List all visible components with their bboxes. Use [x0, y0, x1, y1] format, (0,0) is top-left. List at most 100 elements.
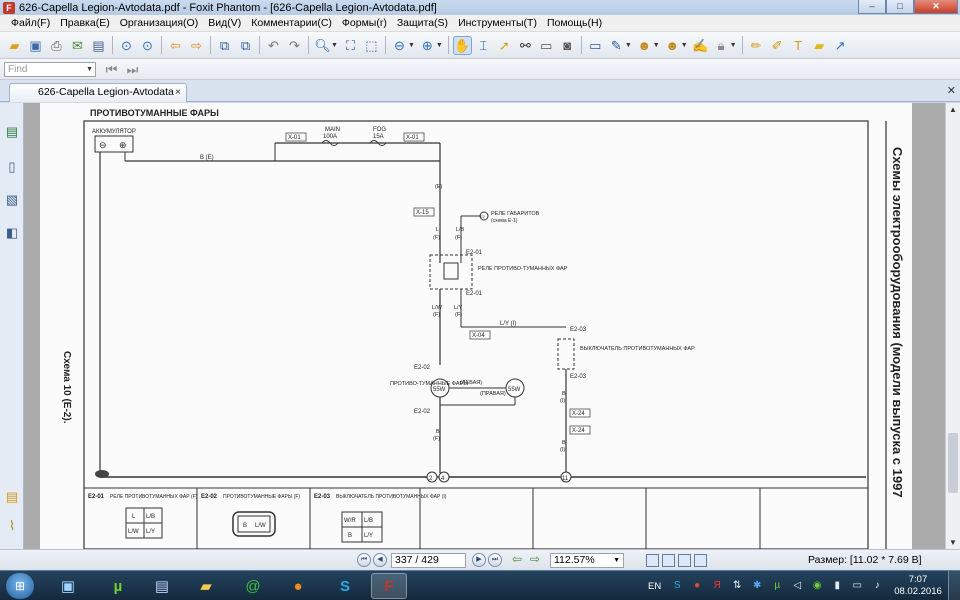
- firefox-icon[interactable]: ●: [280, 573, 316, 599]
- zoom-in-icon[interactable]: ⊕: [418, 36, 437, 55]
- speaker-tray-icon[interactable]: ◁: [790, 579, 804, 593]
- chevron-down-icon[interactable]: ▼: [730, 42, 737, 49]
- menu-organize[interactable]: Организация(O): [115, 17, 204, 29]
- battery-tray-icon[interactable]: ▭: [850, 579, 864, 593]
- utorrent-tray-icon[interactable]: µ: [770, 579, 784, 593]
- foxit-taskbar-icon[interactable]: F: [371, 573, 407, 599]
- typewriter-icon[interactable]: T: [789, 36, 808, 55]
- pages-icon[interactable]: ▯: [4, 158, 20, 176]
- next-page-icon[interactable]: ▶: [472, 553, 486, 567]
- find-input[interactable]: Find ▼: [4, 61, 96, 77]
- fit-width-icon[interactable]: ⬚: [362, 36, 381, 55]
- minimize-button[interactable]: –: [858, 0, 886, 14]
- tab-document[interactable]: 626-Capella Legion-Avtodata ×: [9, 83, 187, 102]
- find-previous-icon[interactable]: ⏮: [102, 60, 121, 79]
- fit-page-icon[interactable]: ⛶: [341, 36, 360, 55]
- text-select-icon[interactable]: ⌶: [474, 36, 493, 55]
- menu-view[interactable]: Вид(V): [203, 17, 246, 29]
- print-icon[interactable]: ⎙: [47, 36, 66, 55]
- forward-icon[interactable]: ⇨: [187, 36, 206, 55]
- open-folder-icon[interactable]: ▰: [5, 36, 24, 55]
- single-page-view-icon[interactable]: [646, 554, 659, 567]
- save-icon[interactable]: ▣: [26, 36, 45, 55]
- page-number-field[interactable]: 337 / 429: [391, 553, 466, 568]
- explorer-folder-icon[interactable]: ▰: [188, 573, 224, 599]
- redo-icon[interactable]: ↷: [285, 36, 304, 55]
- volume-tray-icon[interactable]: ♪: [870, 579, 884, 593]
- menu-protect[interactable]: Защита(S): [392, 17, 453, 29]
- skype-tray-icon[interactable]: S: [670, 579, 684, 593]
- next-page-icon[interactable]: ⊙: [138, 36, 157, 55]
- utorrent-icon[interactable]: µ: [100, 573, 136, 599]
- chevron-down-icon[interactable]: ▼: [86, 63, 93, 76]
- last-page-icon[interactable]: ⏭: [488, 553, 502, 567]
- extract-page-icon[interactable]: ⧉: [215, 36, 234, 55]
- chevron-down-icon[interactable]: ▼: [436, 42, 443, 49]
- binoculars-icon[interactable]: ⚯: [516, 36, 535, 55]
- menu-comments[interactable]: Комментарии(C): [246, 17, 337, 29]
- chevron-down-icon[interactable]: ▼: [681, 42, 688, 49]
- update-tray-icon[interactable]: ◉: [810, 579, 824, 593]
- antivirus-tray-icon[interactable]: ●: [690, 579, 704, 593]
- chevron-down-icon[interactable]: ▼: [653, 42, 660, 49]
- highlight-icon[interactable]: ✐: [768, 36, 787, 55]
- menu-help[interactable]: Помощь(H): [542, 17, 607, 29]
- chevron-down-icon[interactable]: ▼: [613, 554, 620, 567]
- menu-file[interactable]: Файл(F): [6, 17, 55, 29]
- language-indicator[interactable]: EN: [648, 581, 661, 592]
- scroll-down-icon[interactable]: ▼: [949, 538, 957, 547]
- facing-view-icon[interactable]: [678, 554, 691, 567]
- back-icon[interactable]: ⇦: [166, 36, 185, 55]
- layers-icon[interactable]: ▧: [4, 191, 20, 209]
- go-forward-icon[interactable]: ⇨: [528, 553, 542, 567]
- comment-box-icon[interactable]: ▭: [586, 36, 605, 55]
- previous-page-icon[interactable]: ◀: [373, 553, 387, 567]
- previous-page-icon[interactable]: ⊙: [117, 36, 136, 55]
- vertical-scrollbar[interactable]: ▲ ▼: [945, 103, 960, 549]
- bookmarks-icon[interactable]: ▤: [4, 123, 20, 141]
- pointer-icon[interactable]: ➚: [495, 36, 514, 55]
- undo-icon[interactable]: ↶: [264, 36, 283, 55]
- zoom-out-icon[interactable]: ⊖: [390, 36, 409, 55]
- user-plus-icon[interactable]: ☻: [663, 36, 682, 55]
- continuous-view-icon[interactable]: [662, 554, 675, 567]
- signal-tray-icon[interactable]: ▮: [830, 579, 844, 593]
- start-button[interactable]: ⊞: [6, 573, 34, 599]
- menu-edit[interactable]: Правка(E): [55, 17, 114, 29]
- first-page-icon[interactable]: ⏮: [357, 553, 371, 567]
- continuous-facing-view-icon[interactable]: [694, 554, 707, 567]
- system-clock[interactable]: 7:07 08.02.2016: [892, 574, 944, 598]
- chevron-down-icon[interactable]: ▼: [331, 42, 338, 49]
- scan-icon[interactable]: ▤: [89, 36, 108, 55]
- tab-close-icon[interactable]: ×: [175, 84, 181, 101]
- snapshot-icon[interactable]: ▭: [537, 36, 556, 55]
- sign-icon[interactable]: ✍: [691, 36, 710, 55]
- edit-form-icon[interactable]: ✎: [607, 36, 626, 55]
- file-manager-icon[interactable]: ▣: [50, 573, 86, 599]
- hand-tool-icon[interactable]: ✋: [452, 35, 472, 55]
- insert-page-icon[interactable]: ⧉: [236, 36, 255, 55]
- maximize-button[interactable]: □: [886, 0, 914, 14]
- scroll-thumb[interactable]: [948, 433, 958, 493]
- show-desktop-button[interactable]: [948, 571, 960, 600]
- foxit-app-icon[interactable]: F: [3, 1, 15, 14]
- menu-forms[interactable]: Формы(r): [337, 17, 392, 29]
- close-document-icon[interactable]: ✕: [947, 84, 956, 97]
- scroll-up-icon[interactable]: ▲: [949, 105, 957, 114]
- paperclip-icon[interactable]: ⌇: [4, 517, 20, 535]
- comments-icon[interactable]: ◧: [4, 224, 20, 242]
- lock-icon[interactable]: 🔒︎: [712, 36, 731, 55]
- find-next-icon[interactable]: ⏭: [123, 60, 142, 79]
- camera-icon[interactable]: ◙: [558, 36, 577, 55]
- chevron-down-icon[interactable]: ▼: [625, 42, 632, 49]
- menu-tools[interactable]: Инструменты(T): [453, 17, 542, 29]
- go-back-icon[interactable]: ⇦: [510, 553, 524, 567]
- chevron-down-icon[interactable]: ▼: [408, 42, 415, 49]
- attachments-icon[interactable]: ▤: [4, 488, 20, 506]
- network-tray-icon[interactable]: ⇅: [730, 579, 744, 593]
- mail-agent-icon[interactable]: @: [235, 573, 271, 599]
- close-button[interactable]: ✕: [914, 0, 958, 14]
- note-icon[interactable]: ▰: [810, 36, 829, 55]
- arrow-icon[interactable]: ↗: [831, 36, 850, 55]
- user-icon[interactable]: ☻: [635, 36, 654, 55]
